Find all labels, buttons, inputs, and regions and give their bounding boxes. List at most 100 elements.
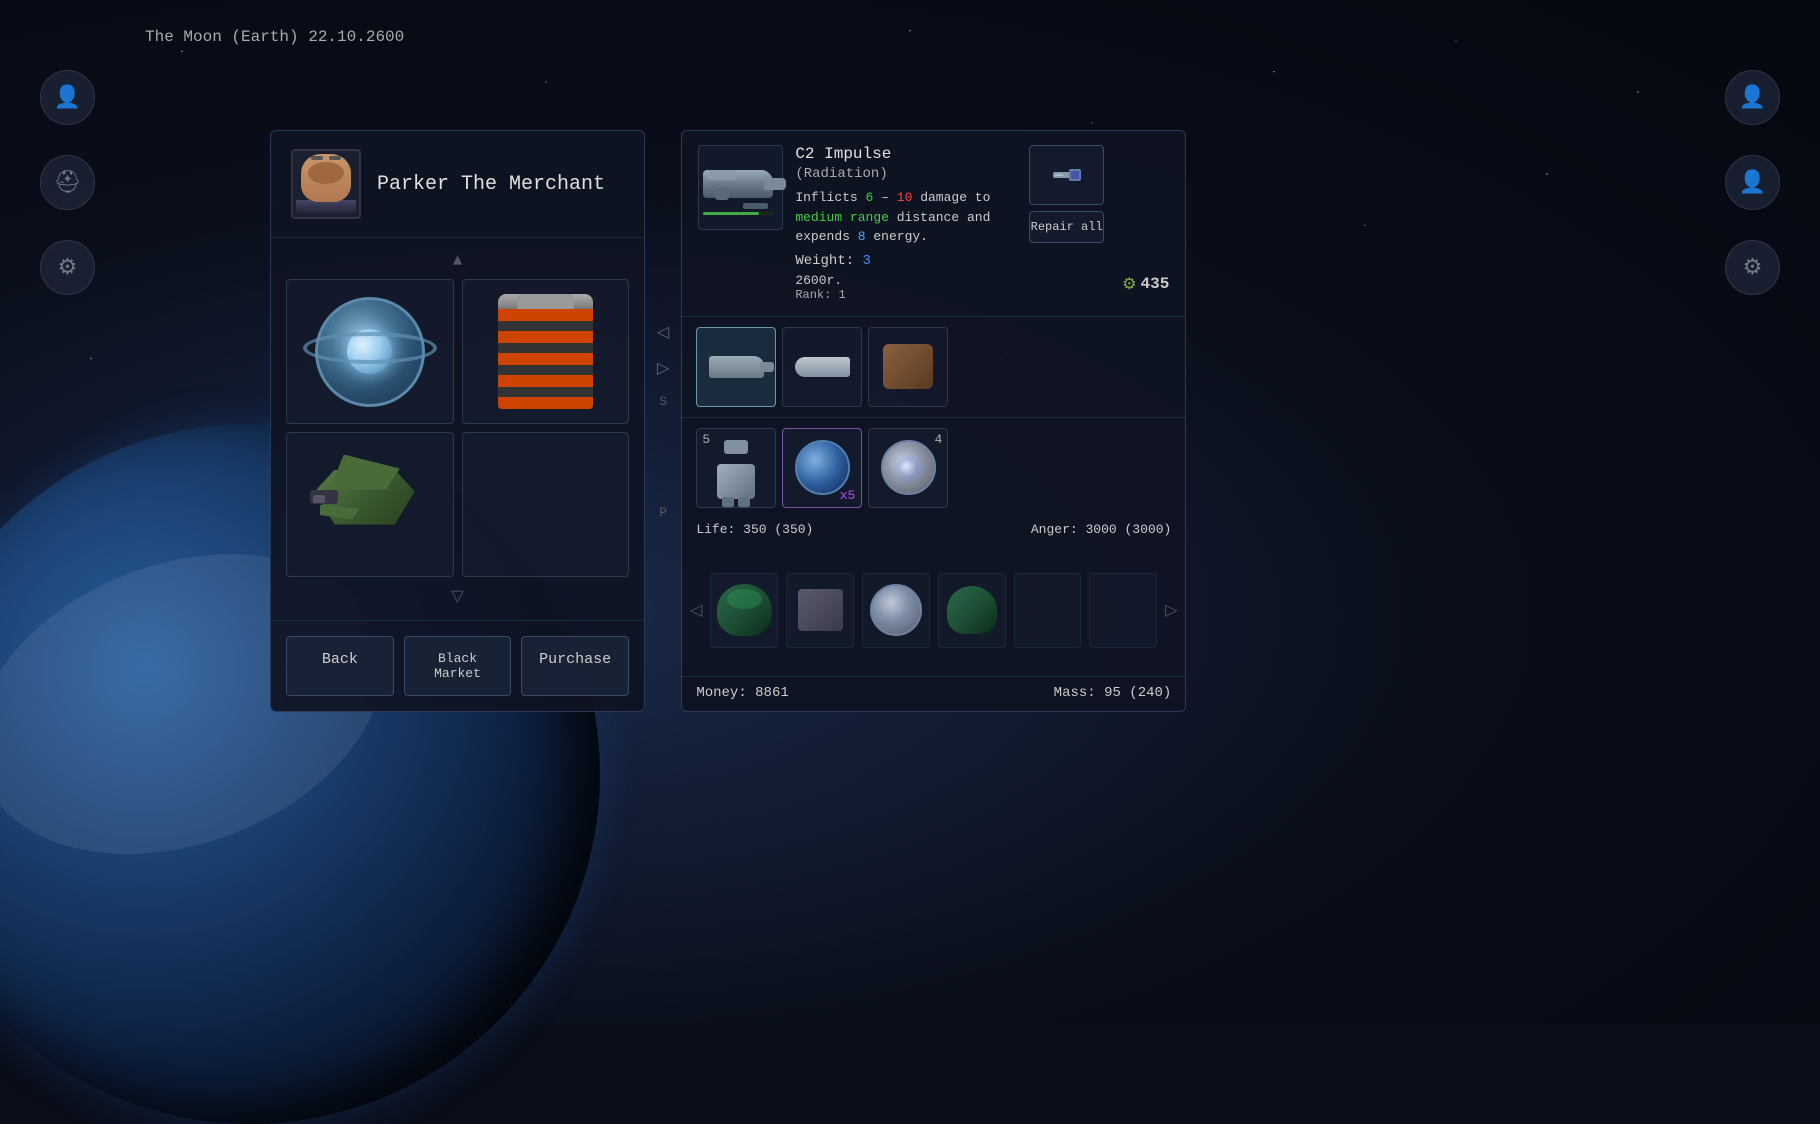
item-description: C2 Impulse (Radiation) Inflicts 6 – 10 d… xyxy=(795,145,1011,302)
item-rank: Rank: 1 xyxy=(795,288,1011,302)
money-display: Money: 8861 xyxy=(696,685,788,701)
energy-val: 8 xyxy=(858,229,866,244)
merchant-items-grid: ▲ xyxy=(271,238,644,620)
black-market-button[interactable]: Black Market xyxy=(404,636,512,696)
nav-label-s: S xyxy=(659,394,667,409)
inv-slot-1[interactable] xyxy=(696,327,776,407)
cargo-slot-2[interactable] xyxy=(786,573,854,648)
cargo-slot-3[interactable] xyxy=(862,573,930,648)
side-icon-settings[interactable]: ⚙ xyxy=(40,240,95,295)
tool-button[interactable] xyxy=(1029,145,1104,205)
purchase-button[interactable]: Purchase xyxy=(521,636,629,696)
anger-label: Anger: xyxy=(1031,522,1078,537)
money-value: 8861 xyxy=(755,685,789,701)
side-icon-right-2[interactable]: 👤 xyxy=(1725,155,1780,210)
dmg-max: 10 xyxy=(897,190,913,205)
desc-mid: damage to xyxy=(920,190,990,205)
mass-value: 95 (240) xyxy=(1104,685,1171,701)
cargo-item-3-icon xyxy=(870,584,922,636)
main-ui: Parker The Merchant ▲ xyxy=(270,130,1186,712)
inv-slot-4[interactable]: 5 xyxy=(696,428,776,508)
range-text: medium range xyxy=(795,210,889,225)
detail-panel: C2 Impulse (Radiation) Inflicts 6 – 10 d… xyxy=(681,130,1186,712)
nav-label-p: P xyxy=(659,505,667,520)
anger-value: 3000 (3000) xyxy=(1085,522,1171,537)
cargo-items-list xyxy=(710,569,1157,652)
credits-icon: ⚙ xyxy=(1122,274,1136,294)
robot-icon xyxy=(709,440,764,495)
merchant-item-4[interactable] xyxy=(462,432,630,577)
inv-slot-3[interactable] xyxy=(868,327,948,407)
inv-slot-6[interactable]: 4 xyxy=(868,428,948,508)
items-list xyxy=(286,274,629,582)
bottom-info: Money: 8861 Mass: 95 (240) xyxy=(682,676,1185,711)
inventory-bottom-row: 5 x5 4 xyxy=(682,418,1185,518)
inv-slot-2[interactable] xyxy=(782,327,862,407)
cargo-item-1-icon xyxy=(717,584,772,636)
repair-all-button[interactable]: Repair all xyxy=(1029,211,1104,243)
battery-item xyxy=(498,294,593,409)
item-name: C2 Impulse xyxy=(795,145,1011,163)
mass-display: Mass: 95 (240) xyxy=(1054,685,1172,701)
dmg-min: 6 xyxy=(866,190,874,205)
item-desc: Inflicts 6 – 10 damage to medium range d… xyxy=(795,188,1011,247)
inventory-grid-1 xyxy=(696,327,1171,407)
wrench-icon xyxy=(1049,157,1085,193)
item-info-row: C2 Impulse (Radiation) Inflicts 6 – 10 d… xyxy=(682,131,1185,317)
item-type: (Radiation) xyxy=(795,166,1011,182)
merchant-item-2[interactable] xyxy=(462,279,630,424)
cargo-item-4-icon xyxy=(947,586,997,634)
cargo-prev-arrow[interactable]: ◁ xyxy=(682,600,710,620)
side-icon-right-3[interactable]: ⚙ xyxy=(1725,240,1780,295)
side-icon-helmet[interactable]: ⛑ xyxy=(40,155,95,210)
merchant-header: Parker The Merchant xyxy=(271,131,644,238)
life-value: 350 (350) xyxy=(743,522,813,537)
cargo-item-2-icon xyxy=(798,589,843,631)
nav-up[interactable]: ◁ xyxy=(657,322,669,342)
brown-item-icon xyxy=(883,344,933,389)
cargo-section: ◁ ▷ xyxy=(682,545,1185,677)
inv-slot-5[interactable]: x5 xyxy=(782,428,862,508)
minigun-icon xyxy=(709,356,764,378)
scroll-down-arrow[interactable]: ▽ xyxy=(286,582,629,610)
weight-label: Weight: xyxy=(795,253,854,269)
merchant-item-3[interactable] xyxy=(286,432,454,577)
side-icon-person[interactable]: 👤 xyxy=(40,70,95,125)
merchant-avatar xyxy=(291,149,361,219)
spinner-icon xyxy=(881,440,936,495)
anger-stat: Anger: 3000 (3000) xyxy=(1031,522,1171,537)
action-buttons: Repair all xyxy=(1023,145,1110,302)
merchant-item-1[interactable] xyxy=(286,279,454,424)
inventory-grid-2: 5 x5 4 xyxy=(696,428,1171,508)
panel-nav: ◁ ▷ S P xyxy=(655,130,671,712)
credits-amount: 435 xyxy=(1141,275,1170,293)
inventory-top-row xyxy=(682,317,1185,418)
merchant-panel: Parker The Merchant ▲ xyxy=(270,130,645,712)
desc-end: energy. xyxy=(873,229,928,244)
cargo-slot-6[interactable] xyxy=(1089,573,1157,648)
life-stat: Life: 350 (350) xyxy=(696,522,813,537)
merchant-name: Parker The Merchant xyxy=(377,173,605,196)
cargo-next-arrow[interactable]: ▷ xyxy=(1157,600,1185,620)
slot-badge-6: 4 xyxy=(935,432,943,447)
side-icon-right-1[interactable]: 👤 xyxy=(1725,70,1780,125)
ship-item xyxy=(305,450,435,560)
scroll-up-arrow[interactable]: ▲ xyxy=(286,248,629,274)
mass-label: Mass: xyxy=(1054,685,1096,701)
stats-row: Life: 350 (350) Anger: 3000 (3000) xyxy=(682,518,1185,545)
money-label: Money: xyxy=(696,685,746,701)
nav-down[interactable]: ▷ xyxy=(657,358,669,378)
cargo-slot-5[interactable] xyxy=(1014,573,1082,648)
orbital-item xyxy=(315,297,425,407)
back-button[interactable]: Back xyxy=(286,636,394,696)
cargo-slot-4[interactable] xyxy=(938,573,1006,648)
missile-icon xyxy=(795,357,850,377)
life-label: Life: xyxy=(696,522,735,537)
item-weight-row: Weight: 3 xyxy=(795,253,1011,269)
desc-dash: – xyxy=(881,190,897,205)
desc-prefix: Inflicts xyxy=(795,190,857,205)
item-price: 2600r. xyxy=(795,273,842,288)
merchant-buttons: Back Black Market Purchase xyxy=(271,620,644,711)
item-preview xyxy=(698,145,783,230)
cargo-slot-1[interactable] xyxy=(710,573,778,648)
